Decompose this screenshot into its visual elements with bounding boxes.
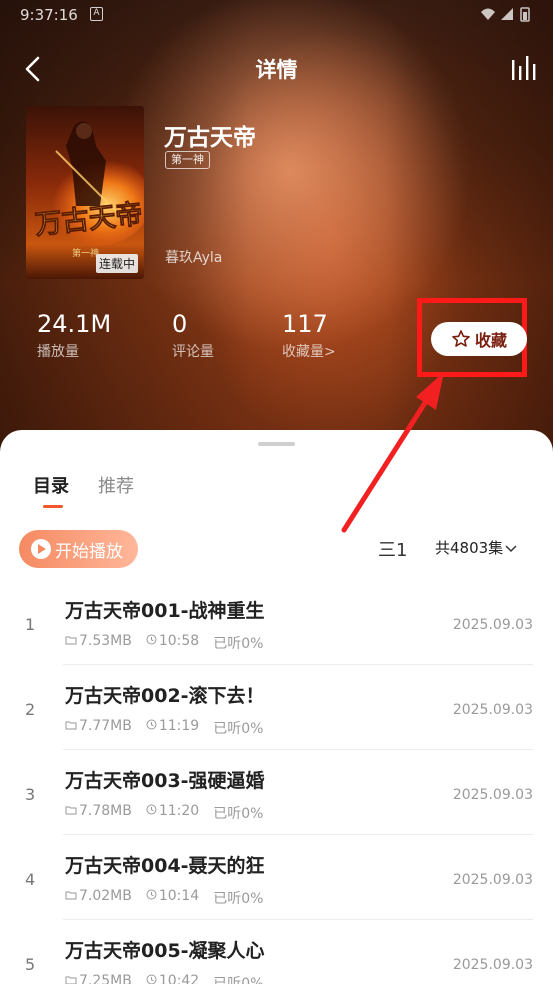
episode-index: 5 — [25, 955, 36, 974]
stat-label: 播放量 — [37, 344, 79, 360]
tab-recommend[interactable]: 推荐 — [98, 472, 134, 498]
episode-progress: 已听0% — [213, 891, 264, 907]
episode-date: 2025.09.03 — [452, 872, 533, 888]
folder-icon — [65, 633, 77, 649]
episode-index: 3 — [25, 785, 36, 804]
episode-meta: 7.25MB 10:42 已听0% — [65, 973, 263, 984]
clock-icon — [146, 973, 157, 984]
episode-index: 4 — [25, 870, 36, 889]
episode-date: 2025.09.03 — [452, 702, 533, 718]
episode-meta: 7.77MB 11:19 已听0% — [65, 718, 263, 738]
episode-size: 7.53MB — [65, 633, 132, 653]
folder-icon — [65, 803, 77, 819]
clock-icon — [146, 633, 157, 649]
star-icon — [452, 330, 470, 347]
episode-list: 1 万古天帝001-战神重生 7.53MB 10:58 已听0% 2025.09… — [0, 580, 553, 984]
start-play-button[interactable]: 开始播放 — [19, 530, 138, 568]
episode-date: 2025.09.03 — [452, 957, 533, 973]
page-title: 详情 — [255, 58, 298, 82]
episode-count-label: 共4803集 — [435, 539, 504, 557]
folder-icon — [65, 888, 77, 904]
episode-progress: 已听0% — [213, 636, 264, 652]
favorite-button[interactable]: 收藏 — [431, 322, 527, 356]
book-cover[interactable]: 万古天帝 第一神 连载中 — [26, 106, 144, 279]
episode-meta: 7.02MB 10:14 已听0% — [65, 888, 263, 908]
episode-row[interactable]: 1 万古天帝001-战神重生 7.53MB 10:58 已听0% 2025.09… — [0, 580, 553, 665]
favorite-label: 收藏 — [474, 331, 507, 350]
episode-count-dropdown[interactable]: 共4803集 — [435, 537, 517, 558]
episode-duration: 10:14 — [146, 888, 199, 908]
episode-sheet: 目录 推荐 开始播放 三1 共4803集 1 万古天帝001-战神重生 7.53… — [0, 430, 553, 984]
episode-meta: 7.78MB 11:20 已听0% — [65, 803, 263, 823]
drag-handle[interactable] — [258, 442, 295, 446]
episode-index: 1 — [25, 615, 36, 634]
system-status-icons — [481, 7, 530, 22]
book-tag: 第一神 — [165, 151, 210, 169]
play-icon — [31, 539, 51, 559]
episode-date: 2025.09.03 — [452, 787, 533, 803]
episode-row[interactable]: 5 万古天帝005-凝聚人心 7.25MB 10:42 已听0% 2025.09… — [0, 920, 553, 984]
episode-progress: 已听0% — [213, 806, 264, 822]
episode-progress: 已听0% — [213, 976, 264, 984]
status-bar: 9:37:16 A — [0, 0, 553, 32]
stat-value: 24.1M — [37, 310, 112, 338]
serial-status-badge: 连载中 — [95, 254, 138, 273]
folder-icon — [65, 973, 77, 984]
episode-duration: 10:42 — [146, 973, 199, 984]
episode-duration: 10:58 — [146, 633, 199, 653]
episode-title: 万古天帝003-强硬逼婚 — [65, 770, 265, 792]
episode-size: 7.02MB — [65, 888, 132, 908]
tab-catalog[interactable]: 目录 — [33, 472, 69, 498]
episode-duration: 11:20 — [146, 803, 199, 823]
clock-icon — [146, 803, 157, 819]
chevron-down-icon — [505, 539, 517, 557]
start-play-label: 开始播放 — [55, 541, 123, 562]
book-author[interactable]: 暮玖Ayla — [165, 247, 222, 267]
episode-index: 2 — [25, 700, 36, 719]
episode-title: 万古天帝002-滚下去！ — [65, 685, 265, 707]
episode-size: 7.25MB — [65, 973, 132, 984]
episode-title: 万古天帝004-聂天的狂 — [65, 855, 265, 877]
stat-value: 0 — [172, 310, 188, 338]
episode-title: 万古天帝001-战神重生 — [65, 600, 265, 622]
book-title: 万古天帝 — [164, 125, 256, 151]
episode-title: 万古天帝005-凝聚人心 — [65, 940, 265, 962]
episode-duration: 11:19 — [146, 718, 199, 738]
episode-row[interactable]: 3 万古天帝003-强硬逼婚 7.78MB 11:20 已听0% 2025.09… — [0, 750, 553, 835]
episode-size: 7.77MB — [65, 718, 132, 738]
stat-label: 收藏量> — [282, 344, 336, 360]
stat-label: 评论量 — [172, 344, 214, 360]
svg-text:第一神: 第一神 — [72, 247, 99, 259]
episode-progress: 已听0% — [213, 721, 264, 737]
tab-indicator — [43, 505, 63, 508]
stat-value: 117 — [282, 310, 328, 338]
app-notification-icon: A — [90, 7, 103, 21]
episode-size: 7.78MB — [65, 803, 132, 823]
stat-plays: 24.1M 播放量 — [37, 309, 111, 361]
stat-favorites[interactable]: 117 收藏量> — [282, 309, 336, 361]
clock-icon — [146, 718, 157, 734]
episode-row[interactable]: 2 万古天帝002-滚下去！ 7.77MB 11:19 已听0% 2025.09… — [0, 665, 553, 750]
stat-comments[interactable]: 0 评论量 — [172, 309, 214, 361]
status-time: 9:37:16 — [20, 6, 78, 24]
folder-icon — [65, 718, 77, 734]
equalizer-icon[interactable] — [511, 54, 539, 82]
episode-date: 2025.09.03 — [452, 617, 533, 633]
clock-icon — [146, 888, 157, 904]
episode-row[interactable]: 4 万古天帝004-聂天的狂 7.02MB 10:14 已听0% 2025.09… — [0, 835, 553, 920]
top-bar: 详情 — [0, 44, 553, 92]
episode-meta: 7.53MB 10:58 已听0% — [65, 633, 263, 653]
sort-order-icon[interactable]: 三1 — [378, 536, 407, 562]
